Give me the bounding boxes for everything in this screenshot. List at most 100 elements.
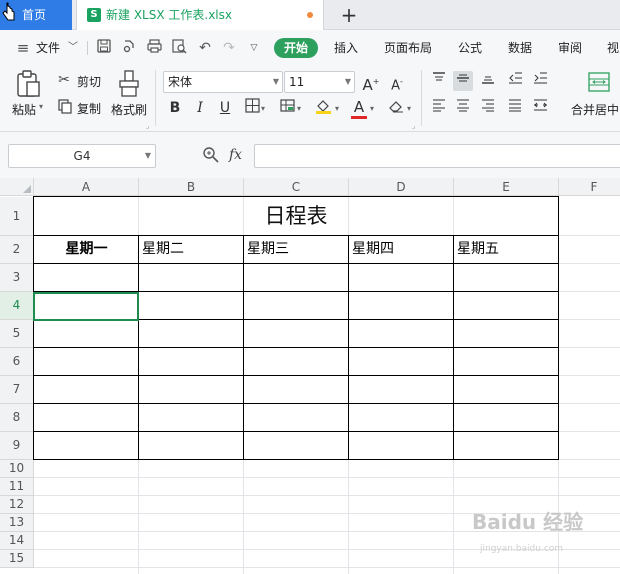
menu-review[interactable]: 审阅 xyxy=(558,30,582,66)
tab-bar: 首页 S 新建 XLSX 工作表.xlsx + xyxy=(0,0,620,30)
borders-icon[interactable] xyxy=(242,98,262,118)
format-painter-icon[interactable] xyxy=(116,70,142,98)
decrease-indent-icon[interactable] xyxy=(505,71,525,91)
column-header-f[interactable]: F xyxy=(559,178,620,196)
gridline-horizontal xyxy=(34,477,620,478)
font-launcher-icon[interactable]: ⌟ xyxy=(412,122,415,130)
table-border-horizontal xyxy=(33,347,559,348)
align-bottom-icon[interactable] xyxy=(478,71,498,91)
eraser-icon[interactable] xyxy=(386,98,406,118)
align-top-icon[interactable] xyxy=(429,71,449,91)
table-border-horizontal xyxy=(33,431,559,432)
column-header-d[interactable]: D xyxy=(349,178,454,196)
align-right-icon[interactable] xyxy=(478,98,498,118)
eraser-dropdown-icon[interactable]: ▾ xyxy=(407,104,411,113)
chevron-down-icon[interactable]: ﹀ xyxy=(64,39,82,57)
menu-view[interactable]: 视 xyxy=(607,30,619,66)
save-icon[interactable] xyxy=(95,39,113,57)
row-header-3[interactable]: 3 xyxy=(0,264,34,292)
column-header-a[interactable]: A xyxy=(34,178,139,196)
print-icon[interactable] xyxy=(145,39,163,57)
font-name-select[interactable]: 宋体 ▼ xyxy=(163,71,283,93)
fill-color-icon[interactable] xyxy=(313,98,333,118)
clipboard-launcher-icon[interactable]: ⌟ xyxy=(146,122,149,130)
weekday-header-cell[interactable]: 星期三 xyxy=(247,236,289,263)
row-header-13[interactable]: 13 xyxy=(0,514,34,532)
menu-data[interactable]: 数据 xyxy=(508,30,532,66)
font-color-dropdown-icon[interactable]: ▾ xyxy=(370,104,374,113)
column-header-c[interactable]: C xyxy=(244,178,349,196)
borders-dropdown-icon[interactable]: ▾ xyxy=(261,104,265,113)
align-left-icon[interactable] xyxy=(429,98,449,118)
weekday-header-cell[interactable]: 星期五 xyxy=(457,236,499,263)
weekday-header-cell[interactable]: 星期一 xyxy=(34,236,139,263)
format-painter-label[interactable]: 格式刷 xyxy=(111,101,147,118)
distributed-align-icon[interactable] xyxy=(530,98,550,118)
weekday-header-cell[interactable]: 星期四 xyxy=(352,236,394,263)
row-header-9[interactable]: 9 xyxy=(0,432,34,460)
cell-style-dropdown-icon[interactable]: ▾ xyxy=(297,104,301,113)
menu-start[interactable]: 开始 xyxy=(274,38,319,58)
font-color-icon[interactable]: A xyxy=(349,97,369,117)
fill-color-dropdown-icon[interactable]: ▾ xyxy=(335,104,339,113)
align-middle-icon[interactable] xyxy=(453,71,473,91)
redo-icon[interactable]: ↷ xyxy=(220,39,238,57)
cut-label[interactable]: 剪切 xyxy=(77,73,101,90)
copy-icon[interactable] xyxy=(57,99,73,115)
copy-label[interactable]: 复制 xyxy=(77,100,101,117)
menu-insert[interactable]: 插入 xyxy=(334,30,358,66)
table-border-vertical xyxy=(138,235,139,460)
row-header-12[interactable]: 12 xyxy=(0,496,34,514)
document-tab-title: 新建 XLSX 工作表.xlsx xyxy=(106,8,232,22)
row-header-7[interactable]: 7 xyxy=(0,376,34,404)
menu-formulas[interactable]: 公式 xyxy=(458,30,482,66)
formula-input[interactable] xyxy=(254,144,620,168)
more-dropdown-icon[interactable]: ▽ xyxy=(245,39,263,57)
decrease-font-size-icon[interactable]: A- xyxy=(387,72,407,93)
font-name-value: 宋体 xyxy=(168,75,193,89)
paste-dropdown-icon[interactable]: ▾ xyxy=(39,102,43,111)
row-header-14[interactable]: 14 xyxy=(0,532,34,550)
select-all-corner[interactable] xyxy=(0,178,34,196)
insert-function-button[interactable]: fx xyxy=(229,144,242,166)
document-tab[interactable]: S 新建 XLSX 工作表.xlsx xyxy=(76,0,324,30)
row-header-5[interactable]: 5 xyxy=(0,320,34,348)
paste-icon[interactable] xyxy=(14,70,42,98)
scissors-icon[interactable]: ✂ xyxy=(56,72,72,88)
schedule-title-cell[interactable]: 日程表 xyxy=(34,197,558,235)
export-icon[interactable] xyxy=(120,39,138,57)
weekday-header-cell[interactable]: 星期二 xyxy=(142,236,184,263)
menu-file[interactable]: 文件 xyxy=(36,30,60,66)
row-header-11[interactable]: 11 xyxy=(0,478,34,496)
cell-style-icon[interactable] xyxy=(277,98,297,118)
table-border-vertical xyxy=(243,235,244,460)
row-header-4[interactable]: 4 xyxy=(0,292,34,320)
bold-icon[interactable]: B xyxy=(165,98,185,118)
name-box[interactable]: G4 ▼ xyxy=(8,144,156,168)
row-header-15[interactable]: 15 xyxy=(0,550,34,568)
row-header-10[interactable]: 10 xyxy=(0,460,34,478)
merge-center-label[interactable]: 合并居中 xyxy=(571,101,619,118)
hamburger-icon[interactable]: ≡ xyxy=(14,39,32,57)
row-header-8[interactable]: 8 xyxy=(0,404,34,432)
row-header-1[interactable]: 1 xyxy=(0,197,34,236)
merge-center-icon[interactable] xyxy=(587,72,611,94)
justify-icon[interactable] xyxy=(505,98,525,118)
font-size-select[interactable]: 11 ▼ xyxy=(284,71,355,93)
increase-indent-icon[interactable] xyxy=(530,71,550,91)
underline-icon[interactable]: U xyxy=(215,98,235,118)
align-center-icon[interactable] xyxy=(453,98,473,118)
row-header-2[interactable]: 2 xyxy=(0,236,34,264)
increase-font-size-icon[interactable]: A+ xyxy=(361,72,381,94)
italic-icon[interactable]: I xyxy=(190,98,210,118)
column-header-b[interactable]: B xyxy=(139,178,244,196)
print-preview-icon[interactable] xyxy=(170,39,188,57)
spreadsheet-icon: S xyxy=(87,8,101,22)
zoom-search-icon[interactable] xyxy=(202,146,220,164)
paste-label[interactable]: 粘贴 xyxy=(12,101,36,118)
row-header-6[interactable]: 6 xyxy=(0,348,34,376)
menu-page-layout[interactable]: 页面布局 xyxy=(384,30,432,66)
new-tab-button[interactable]: + xyxy=(338,3,360,27)
undo-icon[interactable]: ↶ xyxy=(196,39,214,57)
column-header-e[interactable]: E xyxy=(454,178,559,196)
